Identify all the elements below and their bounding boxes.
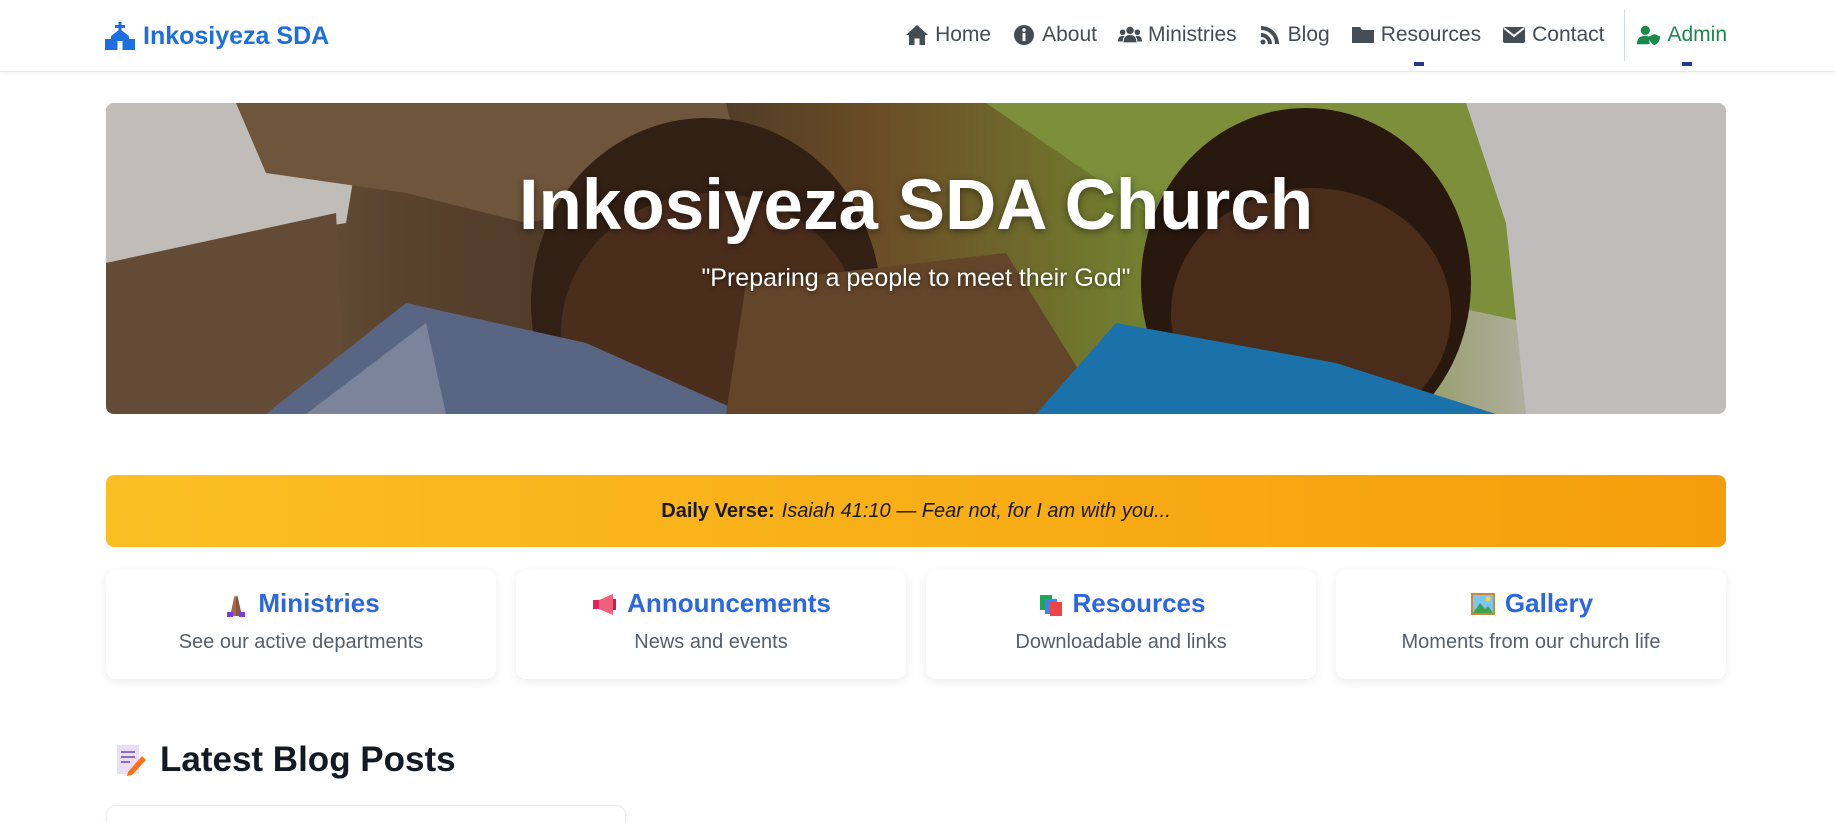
brand-name: Inkosiyeza SDA xyxy=(143,21,330,50)
brand-link[interactable]: Inkosiyeza SDA xyxy=(105,20,329,52)
nav-about[interactable]: About xyxy=(1012,10,1097,60)
books-icon xyxy=(1039,594,1062,616)
card-resources[interactable]: Resources Downloadable and links xyxy=(926,570,1316,679)
envelope-icon xyxy=(1503,27,1526,43)
nav-admin-indicator xyxy=(1682,61,1693,66)
info-icon xyxy=(1014,25,1035,45)
folder-icon xyxy=(1351,27,1374,43)
daily-verse-text: Isaiah 41:10 — Fear not, for I am with y… xyxy=(781,499,1171,522)
nav-ministries-label: Ministries xyxy=(1147,23,1237,46)
daily-verse-banner: Daily Verse: Isaiah 41:10 — Fear not, fo… xyxy=(106,475,1726,547)
blog-icon xyxy=(1260,26,1279,45)
user-shield-icon xyxy=(1637,25,1661,46)
card-announcements-subtitle: News and events xyxy=(634,631,788,653)
card-resources-subtitle: Downloadable and links xyxy=(1015,631,1227,653)
blog-post-card[interactable] xyxy=(106,805,626,822)
navbar: Inkosiyeza SDA Home About Ministries Blo… xyxy=(0,0,1835,72)
nav-home-label: Home xyxy=(935,23,992,46)
main-nav: Home About Ministries Blog Resources Con… xyxy=(884,9,1727,66)
nav-divider xyxy=(1624,9,1626,61)
praying-hands-icon xyxy=(227,595,246,617)
hero-banner: Inkosiyeza SDA Church "Preparing a peopl… xyxy=(106,103,1726,414)
hero-title: Inkosiyeza SDA Church xyxy=(518,166,1314,245)
nav-admin[interactable]: Admin xyxy=(1637,10,1727,66)
hero-subtitle: "Preparing a people to meet their God" xyxy=(701,264,1131,292)
card-ministries-subtitle: See our active departments xyxy=(178,631,424,653)
card-announcements[interactable]: Announcements News and events xyxy=(516,570,906,679)
users-icon xyxy=(1117,26,1142,43)
nav-active-indicator xyxy=(1413,61,1424,66)
nav-contact-label: Contact xyxy=(1532,23,1605,46)
nav-blog-label: Blog xyxy=(1287,23,1330,46)
nav-home[interactable]: Home xyxy=(905,10,991,60)
nav-resources-label: Resources xyxy=(1380,23,1482,46)
nav-ministries[interactable]: Ministries xyxy=(1117,10,1237,60)
blog-section-heading: Latest Blog Posts xyxy=(112,740,456,780)
picture-icon xyxy=(1470,592,1495,615)
card-ministries-title: Ministries xyxy=(258,588,380,618)
card-gallery-subtitle: Moments from our church life xyxy=(1401,631,1661,653)
nav-resources[interactable]: Resources xyxy=(1351,10,1482,66)
card-gallery[interactable]: Gallery Moments from our church life xyxy=(1336,570,1726,679)
memo-icon xyxy=(117,745,146,776)
nav-contact[interactable]: Contact xyxy=(1502,10,1604,60)
card-gallery-title: Gallery xyxy=(1504,588,1594,618)
megaphone-icon xyxy=(593,593,617,615)
card-resources-title: Resources xyxy=(1072,588,1206,618)
nav-about-label: About xyxy=(1042,23,1097,46)
home-icon xyxy=(906,25,929,45)
card-announcements-title: Announcements xyxy=(627,588,831,618)
nav-admin-label: Admin xyxy=(1667,23,1727,46)
nav-blog[interactable]: Blog xyxy=(1258,10,1330,60)
card-ministries[interactable]: Ministries See our active departments xyxy=(106,570,496,679)
hero-overlay xyxy=(106,103,1726,414)
daily-verse-label: Daily Verse: xyxy=(661,499,775,522)
blog-heading-text: Latest Blog Posts xyxy=(160,740,456,779)
church-icon xyxy=(105,22,135,50)
